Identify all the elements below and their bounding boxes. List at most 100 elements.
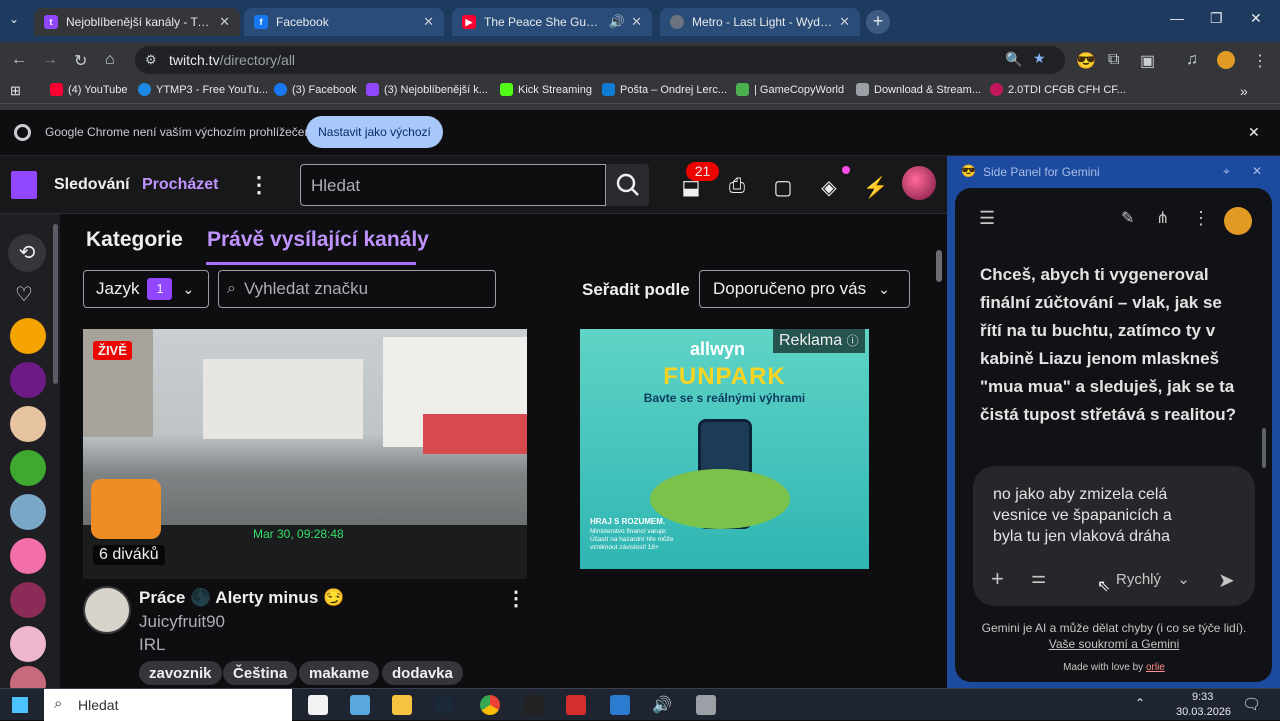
taskbar-search[interactable]: ⌕ Hledat xyxy=(44,689,292,721)
app-icon[interactable] xyxy=(524,695,544,715)
maximize-button[interactable]: ❐ xyxy=(1210,10,1223,27)
channel-avatar[interactable] xyxy=(83,586,131,634)
extension-icon[interactable]: 😎 xyxy=(1076,51,1096,71)
address-bar[interactable]: ⚙ twitch.tv/directory/all 🔍 ★ xyxy=(135,46,1065,74)
file-icon[interactable] xyxy=(308,695,328,715)
nav-following[interactable]: Sledování xyxy=(54,176,130,194)
folder-icon[interactable] xyxy=(392,695,412,715)
profile-avatar[interactable] xyxy=(1217,51,1235,69)
home-icon[interactable]: ⌂ xyxy=(105,51,115,69)
tab-search-icon[interactable]: ⌄ xyxy=(9,12,19,26)
stream-menu-icon[interactable]: ⋮ xyxy=(506,586,526,611)
search-button[interactable] xyxy=(606,164,649,206)
avatar[interactable] xyxy=(10,582,46,618)
chat-scrollbar[interactable] xyxy=(1262,428,1266,468)
hamburger-icon[interactable]: ☰ xyxy=(979,208,995,229)
bookmark-item[interactable]: (4) YouTube xyxy=(50,83,128,96)
search-input[interactable]: Hledat xyxy=(300,164,606,206)
model-selector[interactable]: Rychlý ⌄ xyxy=(1116,570,1190,588)
bookmark-item[interactable]: (3) Nejoblíbenější k... xyxy=(366,83,488,96)
pin-icon[interactable]: ⌖ xyxy=(1223,164,1230,179)
tag-chip[interactable]: dodavka xyxy=(382,661,463,685)
chrome-icon[interactable] xyxy=(480,695,500,715)
tag-chip[interactable]: Čeština xyxy=(223,661,298,685)
bookmark-item[interactable]: Download & Stream... xyxy=(856,83,981,96)
tag-chip[interactable]: zavoznik xyxy=(139,661,222,685)
ad-banner[interactable]: Reklama ⓘ allwyn FUNPARK Bavte se s reál… xyxy=(580,329,869,569)
prompt-input[interactable]: no jako aby zmizela celá vesnice ve špap… xyxy=(993,484,1198,547)
bookmark-item[interactable]: | GameCopyWorld xyxy=(736,83,844,96)
volume-icon[interactable]: 🔊 xyxy=(652,695,672,715)
stream-category[interactable]: IRL xyxy=(139,635,165,655)
forward-icon[interactable]: → xyxy=(42,51,58,69)
avatar[interactable] xyxy=(10,626,46,662)
set-default-button[interactable]: Nastavit jako výchozí xyxy=(306,116,443,148)
avatar[interactable] xyxy=(10,362,46,398)
tab-metro[interactable]: Metro - Last Light - Wydanie K ✕ xyxy=(660,8,860,36)
app-blue-icon[interactable] xyxy=(610,695,630,715)
bookmark-item[interactable]: (3) Facebook xyxy=(274,83,357,96)
whispers-icon[interactable]: ▢ xyxy=(771,175,795,199)
apps-icon[interactable]: ⊞ xyxy=(10,83,21,99)
zoom-icon[interactable]: 🔍 xyxy=(1005,51,1022,68)
sidebar-scrollbar[interactable] xyxy=(53,224,58,384)
language-dropdown[interactable]: Jazyk 1 ⌄ xyxy=(83,270,209,308)
close-icon[interactable]: ✕ xyxy=(219,14,230,30)
author-link[interactable]: orlie xyxy=(1146,662,1165,673)
avatar[interactable] xyxy=(10,538,46,574)
close-icon[interactable]: ✕ xyxy=(631,14,642,30)
tray-chevron-icon[interactable]: ⌃ xyxy=(1135,696,1145,710)
more-icon[interactable]: ⋮ xyxy=(248,172,270,198)
minimize-button[interactable]: — xyxy=(1170,10,1184,26)
close-icon[interactable]: ✕ xyxy=(423,14,434,30)
page-scrollbar[interactable] xyxy=(936,250,942,282)
side-panel-icon[interactable]: ▣ xyxy=(1140,51,1155,71)
bookmark-item[interactable]: YTMP3 - Free YouTu... xyxy=(138,83,268,96)
bookmark-item[interactable]: 2.0TDI CFGB CFH CF... xyxy=(990,83,1126,96)
tag-search-input[interactable]: ⌕ Vyhledat značku xyxy=(218,270,496,308)
sort-dropdown[interactable]: Doporučeno pro vás ⌄ xyxy=(699,270,910,308)
nav-browse[interactable]: Procházet xyxy=(142,176,218,194)
privacy-link[interactable]: Vaše soukromí a Gemini xyxy=(1049,637,1180,651)
ad-label[interactable]: Reklama ⓘ xyxy=(773,329,865,353)
tab-facebook[interactable]: f Facebook ✕ xyxy=(244,8,444,36)
speaker-icon[interactable]: 🔊 xyxy=(609,14,625,30)
heart-icon[interactable]: ♡ xyxy=(15,282,33,307)
photos-icon[interactable] xyxy=(350,695,370,715)
bookmark-star-icon[interactable]: ★ xyxy=(1033,50,1046,67)
drops-icon[interactable]: ⎙ xyxy=(725,175,749,197)
windows-start-icon[interactable] xyxy=(12,697,28,713)
app-gray-icon[interactable] xyxy=(696,695,716,715)
tab-categories[interactable]: Kategorie xyxy=(86,228,183,252)
site-info-icon[interactable]: ⚙ xyxy=(145,52,157,68)
twitch-logo-icon[interactable] xyxy=(11,171,37,199)
bits-icon[interactable]: ⚡ xyxy=(863,175,888,199)
stream-title[interactable]: Práce 🌑 Alerty minus 😏 xyxy=(139,588,344,608)
collapse-icon[interactable]: ⟲ xyxy=(8,234,46,272)
avatar[interactable] xyxy=(10,450,46,486)
gemini-avatar[interactable] xyxy=(1224,207,1252,235)
tools-icon[interactable]: ⚌ xyxy=(1031,568,1046,588)
menu-icon[interactable]: ⋮ xyxy=(1252,51,1268,71)
tab-live-channels[interactable]: Právě vysílající kanály xyxy=(207,228,429,252)
clock-time[interactable]: 9:33 xyxy=(1192,691,1213,703)
tab-twitch[interactable]: t Nejoblíbenější kanály - Twitch ✕ xyxy=(34,8,240,36)
notification-icon[interactable]: 🗨 xyxy=(1242,695,1261,713)
channel-name[interactable]: Juicyfruit90 xyxy=(139,612,225,632)
reload-icon[interactable]: ↻ xyxy=(74,51,87,71)
tag-chip[interactable]: makame xyxy=(299,661,380,685)
avatar[interactable] xyxy=(10,406,46,442)
close-window-button[interactable]: ✕ xyxy=(1250,10,1262,27)
share-icon[interactable]: ⋔ xyxy=(1156,208,1169,228)
media-icon[interactable]: ♫ xyxy=(1186,51,1198,69)
bookmark-item[interactable]: Pošta – Ondrej Lerc... xyxy=(602,83,727,96)
stream-thumbnail[interactable]: ŽIVĚ Mar 30, 09:28:48 6 diváků xyxy=(83,329,527,579)
bookmark-item[interactable]: Kick Streaming xyxy=(500,83,592,96)
new-tab-button[interactable]: + xyxy=(866,10,890,34)
new-chat-icon[interactable]: ✎ xyxy=(1121,208,1134,228)
avatar[interactable] xyxy=(10,494,46,530)
more-bookmarks-icon[interactable]: » xyxy=(1240,83,1248,99)
back-icon[interactable]: ← xyxy=(11,51,27,69)
app-red-icon[interactable] xyxy=(566,695,586,715)
puzzle-icon[interactable]: ⧉ xyxy=(1108,51,1119,69)
